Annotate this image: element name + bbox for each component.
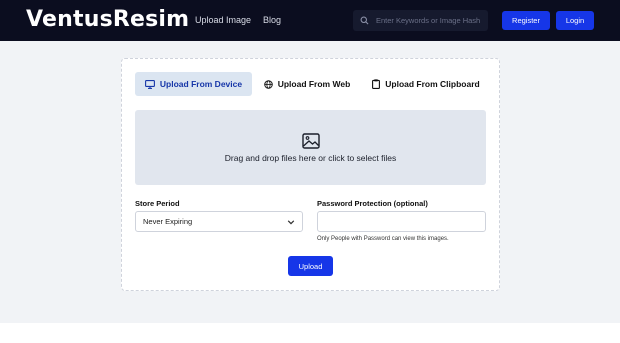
navbar: VentusResim Upload Image Blog Register L… <box>0 0 620 41</box>
dropzone-text: Drag and drop files here or click to sel… <box>224 152 397 163</box>
password-helper-text: Only People with Password can view this … <box>317 236 449 242</box>
tab-label: Upload From Web <box>277 79 351 89</box>
search-icon <box>360 16 369 25</box>
tab-upload-from-web[interactable]: Upload From Web <box>262 72 352 96</box>
tab-label: Upload From Clipboard <box>385 79 480 89</box>
tab-label: Upload From Device <box>159 79 243 89</box>
tab-upload-from-device[interactable]: Upload From Device <box>135 72 252 96</box>
globe-icon <box>263 79 273 89</box>
file-dropzone[interactable]: Drag and drop files here or click to sel… <box>135 110 486 185</box>
register-button[interactable]: Register <box>502 11 550 30</box>
password-field[interactable] <box>317 211 486 232</box>
monitor-icon <box>144 79 155 89</box>
upload-button[interactable]: Upload <box>288 256 333 276</box>
store-period-label: Store Period <box>135 199 180 208</box>
nav-link-blog[interactable]: Blog <box>263 14 281 26</box>
password-label: Password Protection (optional) <box>317 199 428 208</box>
image-icon <box>301 132 320 149</box>
search-input[interactable] <box>376 16 486 25</box>
tab-upload-from-clipboard[interactable]: Upload From Clipboard <box>372 72 480 96</box>
brand-logo[interactable]: VentusResim <box>26 7 189 33</box>
store-period-select[interactable]: Never Expiring <box>135 211 303 232</box>
footer-band <box>0 323 620 343</box>
login-button[interactable]: Login <box>556 11 594 30</box>
clipboard-icon <box>372 79 381 89</box>
store-period-value: Never Expiring <box>143 217 193 226</box>
chevron-down-icon <box>287 219 295 224</box>
nav-link-upload-image[interactable]: Upload Image <box>195 14 251 26</box>
upload-card: Upload From Device Upload From Web Uploa… <box>121 58 500 291</box>
search-box <box>353 10 488 31</box>
